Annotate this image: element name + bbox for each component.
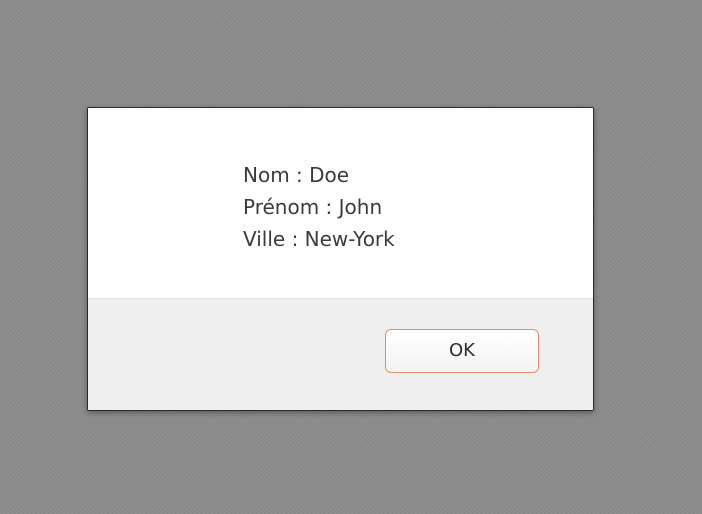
message-line-prenom: Prénom : John <box>243 195 383 219</box>
message-line-nom: Nom : Doe <box>243 163 350 187</box>
dialog-footer: OK <box>88 298 593 410</box>
ok-button[interactable]: OK <box>385 329 539 373</box>
message-line-ville: Ville : New-York <box>243 227 395 251</box>
dialog-message: Nom : Doe Prénom : John Ville : New-York <box>243 159 395 255</box>
dialog-body: Nom : Doe Prénom : John Ville : New-York <box>88 108 593 298</box>
alert-dialog: Nom : Doe Prénom : John Ville : New-York… <box>87 107 594 411</box>
